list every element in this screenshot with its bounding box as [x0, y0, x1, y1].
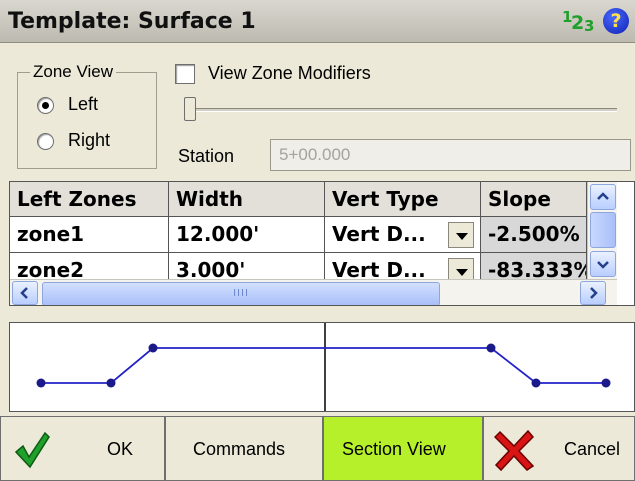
zone-left-label[interactable]: Left [68, 94, 98, 115]
x-cancel-icon [494, 429, 535, 472]
scroll-up-button[interactable] [590, 184, 616, 210]
cancel-label: Cancel [564, 439, 621, 459]
commands-label: Commands [193, 439, 286, 459]
numeric-digit: 2 [571, 12, 585, 34]
view-zone-modifiers-checkbox[interactable] [175, 64, 195, 84]
zone-right-radio[interactable] [37, 133, 54, 150]
ok-button[interactable]: OK [0, 416, 165, 481]
numeric-keypad-icon[interactable]: 1 2 3 [562, 8, 602, 35]
vertical-scroll-thumb[interactable] [590, 212, 616, 248]
column-header-width[interactable]: Width [169, 182, 325, 217]
horizontal-scroll-thumb[interactable]: IIII [42, 282, 440, 305]
vertical-scrollbar[interactable] [587, 182, 617, 279]
zone-view-group [17, 72, 157, 169]
chevron-right-icon [590, 287, 598, 299]
table-cell-zone[interactable]: zone1 [10, 217, 169, 253]
help-icon[interactable]: ? [603, 8, 629, 34]
section-view-button[interactable]: Section View [323, 416, 483, 481]
station-slider-track[interactable] [190, 108, 617, 112]
station-slider-thumb[interactable] [184, 97, 196, 121]
ok-label: OK [107, 439, 134, 459]
profile-line [41, 347, 606, 384]
window-title: Template: Surface 1 [8, 9, 256, 34]
zone-right-label[interactable]: Right [68, 130, 110, 151]
zone-view-label: Zone View [30, 62, 117, 82]
commands-button[interactable]: Commands [165, 416, 323, 481]
section-preview [9, 322, 635, 412]
section-profile-graphic [36, 323, 611, 411]
horizontal-scrollbar[interactable]: IIII [10, 279, 617, 305]
cancel-button[interactable]: Cancel [483, 416, 635, 481]
vert-type-dropdown-button[interactable] [448, 222, 474, 248]
section-view-label: Section View [342, 439, 446, 459]
table-cell-slope[interactable]: -2.500% [481, 217, 587, 253]
profile-vertices [36, 343, 611, 388]
checkmark-icon [14, 431, 50, 469]
scroll-left-button[interactable] [12, 281, 38, 305]
chevron-left-icon [20, 287, 28, 299]
scroll-right-button[interactable] [580, 281, 606, 305]
scroll-down-button[interactable] [590, 251, 616, 277]
view-zone-modifiers-label[interactable]: View Zone Modifiers [208, 63, 371, 84]
column-header-zones[interactable]: Left Zones [10, 182, 169, 217]
station-label: Station [178, 146, 235, 166]
chevron-down-icon [597, 261, 609, 269]
title-bar: Template: Surface 1 1 2 3 ? [0, 0, 635, 43]
table-cell-width[interactable]: 12.000' [169, 217, 325, 253]
station-input[interactable]: 5+00.000 [270, 139, 631, 171]
zones-table: Left Zones Width Vert Type Slope zone1 1… [9, 181, 635, 306]
column-header-slope[interactable]: Slope [481, 182, 587, 217]
numeric-digit: 3 [584, 17, 595, 35]
chevron-up-icon [597, 192, 609, 200]
column-header-vert-type[interactable]: Vert Type [325, 182, 481, 217]
zone-left-radio[interactable] [37, 97, 54, 114]
